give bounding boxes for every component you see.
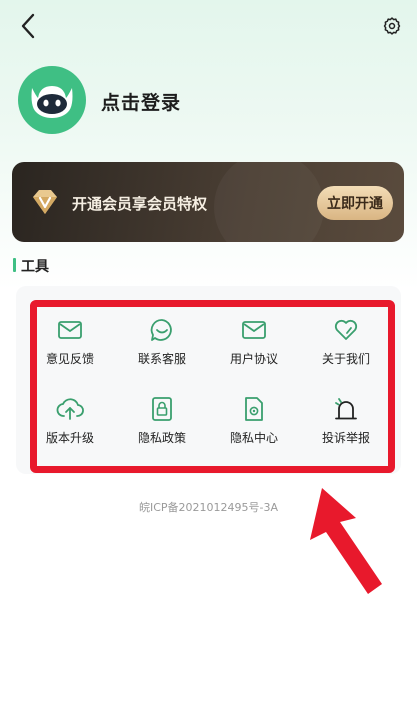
ghost-avatar-icon — [31, 86, 73, 118]
vip-diamond-icon — [33, 190, 57, 214]
chevron-left-icon — [21, 13, 35, 39]
login-link[interactable]: 点击登录 — [101, 88, 181, 115]
tools-section-title: 工具 — [21, 259, 49, 275]
vip-banner-decoration — [214, 162, 324, 242]
highlight-box — [30, 300, 395, 473]
section-indicator — [13, 258, 16, 272]
vip-open-button[interactable]: 立即开通 — [317, 186, 393, 220]
pointer-arrow-icon — [310, 488, 382, 594]
settings-button[interactable] — [380, 14, 404, 38]
gear-icon — [383, 17, 401, 35]
header-background — [0, 0, 417, 290]
vip-promo-text: 开通会员享会员特权 — [72, 195, 208, 213]
back-button[interactable] — [14, 12, 42, 40]
vip-banner[interactable]: 开通会员享会员特权 立即开通 — [12, 162, 404, 242]
avatar[interactable] — [18, 66, 86, 134]
